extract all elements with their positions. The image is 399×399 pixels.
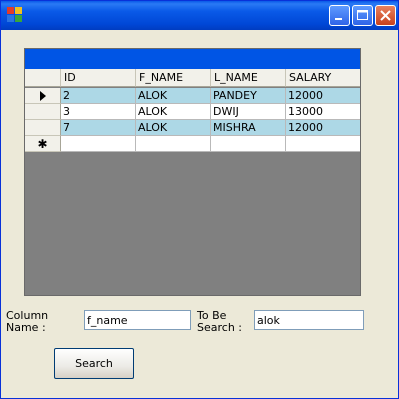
data-grid[interactable]: ID F_NAME L_NAME SALARY 2 ALOK PANDEY 12… [24,48,361,296]
grid-caption-bar [25,49,360,69]
cell-l-name[interactable]: DWIJ [211,104,286,120]
cell-id[interactable]: 3 [61,104,136,120]
grid-corner-header[interactable] [25,69,61,87]
cell-f-name[interactable]: ALOK [136,104,211,120]
close-button[interactable] [375,5,396,26]
title-bar[interactable] [1,1,398,30]
column-header-l-name[interactable]: L_NAME [211,69,286,87]
new-cell-id[interactable] [61,136,136,152]
cell-l-name[interactable]: PANDEY [211,88,286,104]
new-cell-l-name[interactable] [211,136,286,152]
row-header[interactable] [25,120,61,136]
new-row-asterisk-icon[interactable]: ✱ [25,136,61,152]
cell-f-name[interactable]: ALOK [136,120,211,136]
maximize-button[interactable] [352,5,373,26]
column-header-id[interactable]: ID [61,69,136,87]
cell-f-name[interactable]: ALOK [136,88,211,104]
row-header-current[interactable] [25,88,61,104]
cell-l-name[interactable]: MISHRA [211,120,286,136]
search-value-label: To Be Search : [197,309,242,334]
cell-id[interactable]: 7 [61,120,136,136]
current-row-arrow-icon [39,91,46,101]
cell-id[interactable]: 2 [61,88,136,104]
app-icon[interactable] [7,7,23,23]
column-name-label: Column Name : [6,309,49,334]
new-cell-f-name[interactable] [136,136,211,152]
cell-salary[interactable]: 13000 [286,104,360,120]
row-header[interactable] [25,104,61,120]
new-cell-salary[interactable] [286,136,360,152]
minimize-button[interactable] [329,5,350,26]
main-window: ID F_NAME L_NAME SALARY 2 ALOK PANDEY 12… [0,0,399,399]
column-name-input[interactable] [84,310,191,330]
cell-salary[interactable]: 12000 [286,120,360,136]
column-header-salary[interactable]: SALARY [286,69,360,87]
cell-salary[interactable]: 12000 [286,88,360,104]
minimize-icon [335,18,342,20]
search-button[interactable]: Search [54,348,134,379]
maximize-icon [357,10,368,20]
search-value-input[interactable] [254,310,364,330]
close-icon [380,10,391,21]
column-header-f-name[interactable]: F_NAME [136,69,211,87]
